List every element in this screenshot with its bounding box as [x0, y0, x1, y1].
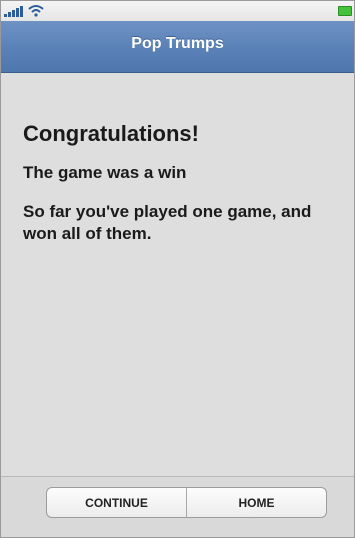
continue-button[interactable]: CONTINUE — [47, 488, 186, 517]
phone-screen: Pop Trumps Congratulations! The game was… — [0, 0, 355, 538]
summary-text: So far you've played one game, and won a… — [23, 202, 312, 243]
signal-bars-icon — [4, 5, 26, 17]
page-title: Pop Trumps — [131, 35, 224, 52]
main-content: Congratulations! The game was a win So f… — [1, 74, 354, 476]
wifi-icon — [28, 5, 44, 17]
result-text: The game was a win — [23, 163, 187, 182]
navigation-bar: Pop Trumps — [1, 21, 354, 73]
footer-bar: CONTINUE HOME — [1, 476, 354, 537]
battery-icon — [338, 6, 352, 16]
home-button[interactable]: HOME — [186, 488, 326, 517]
headline: Congratulations! — [23, 121, 199, 146]
status-bar — [1, 1, 354, 21]
button-group: CONTINUE HOME — [46, 487, 327, 518]
